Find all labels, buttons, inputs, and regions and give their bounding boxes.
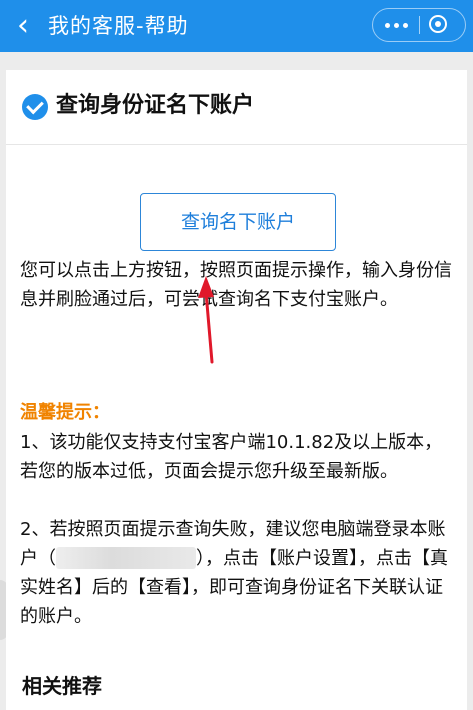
chevron-left-icon[interactable]: ‹ [6, 6, 40, 46]
mini-program-capsule [372, 8, 466, 42]
navbar: ‹ 我的客服-帮助 [0, 0, 473, 52]
article-card: 查询身份证名下账户 查询名下账户 您可以点击上方按钮，按照页面提示操作，输入身份… [6, 70, 467, 710]
related-section-title: 相关推荐 [22, 674, 102, 698]
capsule-divider [419, 16, 420, 34]
page-title: 我的客服-帮助 [48, 14, 189, 38]
article-header: 查询身份证名下账户 [6, 70, 467, 145]
tip-title: 温馨提示： [20, 402, 110, 423]
tip-1-text: 1、该功能仅支持支付宝客户端10.1.82及以上版本，若您的版本过低，页面会提示… [20, 432, 443, 482]
intro-text: 您可以点击上方按钮，按照页面提示操作，输入身份信息并刷脸通过后，可尝试查询名下支… [20, 260, 452, 310]
redacted-account [56, 547, 196, 569]
check-circle-icon [22, 94, 48, 120]
more-dots-icon[interactable] [373, 9, 419, 41]
article-title: 查询身份证名下账户 [56, 93, 255, 118]
query-accounts-button[interactable]: 查询名下账户 [140, 193, 336, 251]
tip-2-text: 2、若按照页面提示查询失败，建议您电脑端登录本账户（ ），点击【账户设置】，点击【… [20, 515, 460, 631]
close-circle-icon[interactable] [429, 15, 447, 33]
